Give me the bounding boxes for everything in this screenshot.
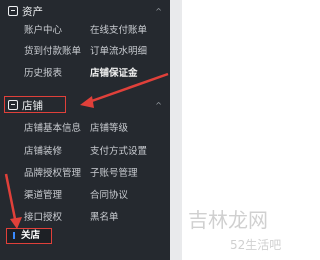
section-header-assets[interactable]: 资产 ^ — [8, 2, 162, 20]
watermark: 吉林龙网 — [188, 208, 268, 232]
menu-item-payment-settings[interactable]: 支付方式设置 — [90, 145, 147, 158]
menu-item-brand-auth[interactable]: 品牌授权管理 — [24, 167, 81, 180]
chevron-up-icon[interactable]: ^ — [155, 101, 162, 110]
menu-item-store-basic-info[interactable]: 店铺基本信息 — [24, 122, 81, 135]
menu-item-history-report[interactable]: 历史报表 — [24, 67, 62, 80]
menu-item-sub-account[interactable]: 子账号管理 — [90, 167, 138, 180]
menu-item-store-decoration[interactable]: 店铺装修 — [24, 145, 62, 158]
close-store-button[interactable]: 关店 — [6, 228, 52, 244]
menu-item-api-auth[interactable]: 接口授权 — [24, 211, 62, 224]
menu-item-blacklist[interactable]: 黑名单 — [90, 211, 119, 224]
chevron-up-icon[interactable]: ^ — [155, 7, 162, 16]
menu-item-cod-bill[interactable]: 货到付款账单 — [24, 45, 81, 58]
menu-item-channel-management[interactable]: 渠道管理 — [24, 189, 62, 202]
close-store-label: 关店 — [21, 230, 41, 241]
section-header-store[interactable]: 店铺 ^ — [8, 96, 162, 114]
wallet-icon — [8, 6, 18, 16]
menu-item-account-center[interactable]: 账户中心 — [24, 24, 62, 37]
sidebar: 资产 ^ 账户中心 在线支付账单 货到付款账单 订单流水明细 历史报表 店铺保证… — [0, 0, 170, 260]
menu-item-store-level[interactable]: 店铺等级 — [90, 122, 128, 135]
section-title-store: 店铺 — [22, 99, 43, 112]
section-title-assets: 资产 — [22, 5, 43, 18]
menu-item-store-deposit[interactable]: 店铺保证金 — [90, 67, 138, 80]
watermark-sub: 52生活吧 — [230, 238, 282, 252]
menu-item-contract[interactable]: 合同协议 — [90, 189, 128, 202]
store-icon — [8, 100, 18, 110]
active-indicator — [13, 232, 15, 239]
menu-item-order-flow-detail[interactable]: 订单流水明细 — [90, 45, 147, 58]
scroll-divider — [170, 0, 182, 260]
menu-item-online-payment-bill[interactable]: 在线支付账单 — [90, 24, 147, 37]
